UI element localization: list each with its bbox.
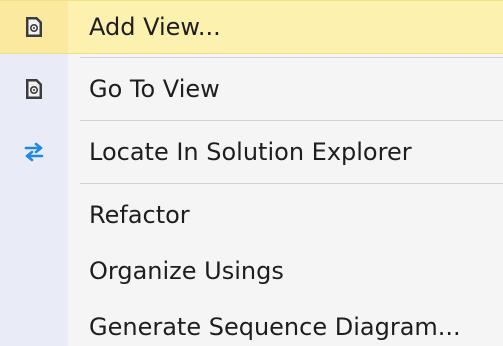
menu-item-icon-cell xyxy=(0,1,68,53)
menu-item-generate-sequence-diagram[interactable]: Generate Sequence Diagram... xyxy=(0,299,503,346)
menu-item-label: Go To View xyxy=(89,75,220,103)
menu-separator xyxy=(0,180,503,187)
menu-item-refactor[interactable]: Refactor xyxy=(0,187,503,243)
menu-item-icon-cell xyxy=(0,124,68,180)
menu-item-locate-in-solution-explorer[interactable]: Locate In Solution Explorer xyxy=(0,124,503,180)
menu-item-label: Locate In Solution Explorer xyxy=(89,138,412,166)
context-menu: Add View... Go To View Locate In Solutio… xyxy=(0,0,503,346)
menu-item-label: Organize Usings xyxy=(89,257,284,285)
document-view-icon xyxy=(24,78,44,100)
menu-item-add-view[interactable]: Add View... xyxy=(0,0,503,54)
menu-item-icon-cell xyxy=(0,61,68,117)
menu-items: Add View... Go To View Locate In Solutio… xyxy=(0,0,503,346)
menu-item-label: Refactor xyxy=(89,201,190,229)
menu-separator xyxy=(0,117,503,124)
document-view-icon xyxy=(24,16,44,38)
menu-item-label: Add View... xyxy=(89,13,221,41)
menu-item-organize-usings[interactable]: Organize Usings xyxy=(0,243,503,299)
menu-item-go-to-view[interactable]: Go To View xyxy=(0,61,503,117)
menu-item-label: Generate Sequence Diagram... xyxy=(89,313,461,341)
sync-arrows-icon xyxy=(23,142,45,162)
menu-separator xyxy=(0,54,503,61)
